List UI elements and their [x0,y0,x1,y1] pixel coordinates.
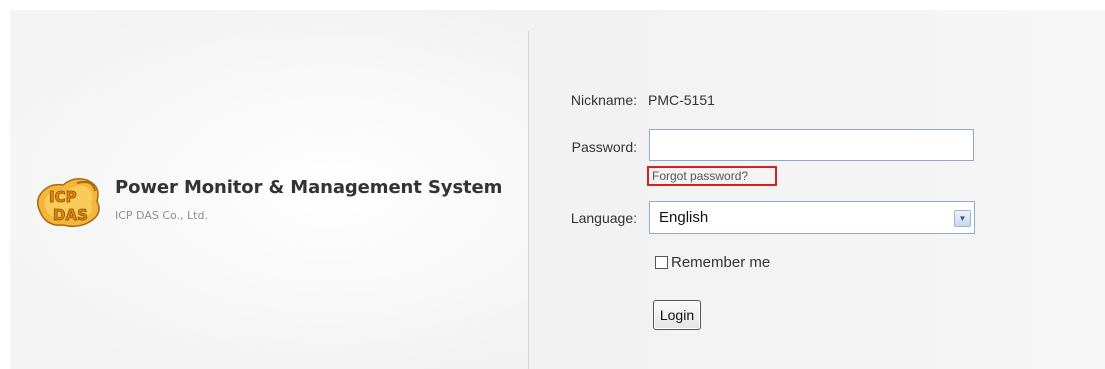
password-label: Password: [571,139,637,155]
language-label: Language: [570,210,637,226]
company-name: ICP DAS Co., Ltd. [115,209,208,222]
language-selected-value: English [659,209,709,226]
app-title: Power Monitor & Management System [115,177,503,198]
language-select[interactable]: English ▼ [649,201,975,234]
nickname-label: Nickname: [570,92,637,108]
svg-text:DAS: DAS [53,206,88,224]
svg-text:ICP: ICP [49,188,77,206]
remember-me-label[interactable]: Remember me [671,254,770,271]
forgot-password-link[interactable]: Forgot password? [652,169,748,183]
login-button[interactable]: Login [653,300,701,330]
vertical-divider [528,31,529,369]
forgot-password-highlight: Forgot password? [647,166,777,186]
password-input[interactable] [649,129,974,161]
icp-das-logo-icon: ICP DAS [36,178,100,228]
remember-me-checkbox[interactable] [655,256,668,269]
chevron-down-icon[interactable]: ▼ [954,210,971,227]
remember-me-row[interactable]: Remember me [655,254,770,271]
nickname-value: PMC-5151 [648,92,715,108]
